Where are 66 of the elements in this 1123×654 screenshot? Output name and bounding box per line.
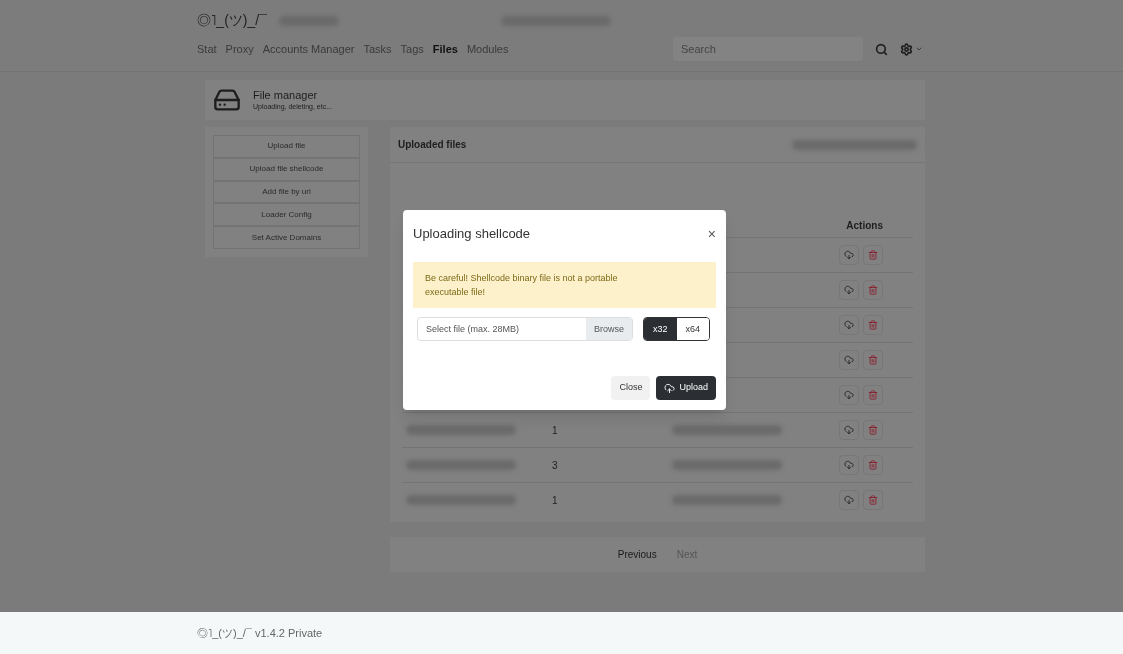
- browse-button[interactable]: Browse: [586, 318, 632, 341]
- panel-title: Uploaded files: [398, 138, 467, 152]
- search-icon[interactable]: [875, 42, 888, 56]
- cloud-download-icon: [844, 320, 854, 330]
- cloud-download-icon: [844, 250, 854, 260]
- arch-toggle[interactable]: x32: [644, 318, 677, 341]
- cloud-download-icon: [844, 355, 854, 365]
- sidebar-item[interactable]: Upload file shellcode: [213, 157, 360, 181]
- delete-button[interactable]: [863, 245, 883, 265]
- trash-icon: [868, 425, 878, 435]
- nav-link[interactable]: Files: [432, 40, 458, 58]
- nav-link[interactable]: Tags: [400, 40, 424, 58]
- upload-button[interactable]: Upload: [656, 376, 716, 400]
- trash-icon: [868, 390, 878, 400]
- trash-icon: [868, 320, 878, 330]
- column-header: Actions: [846, 218, 883, 233]
- download-button[interactable]: [839, 315, 859, 335]
- trash-icon: [868, 285, 878, 295]
- warning-text: Be careful! Shellcode binary file is not a portable executable file!: [425, 271, 619, 299]
- cloud-download-icon: [844, 495, 854, 505]
- cloud-download-icon: [844, 390, 854, 400]
- delete-button[interactable]: [863, 385, 883, 405]
- sidebar-item[interactable]: Add file by url: [213, 180, 360, 204]
- download-button[interactable]: [839, 490, 859, 510]
- delete-button[interactable]: [863, 280, 883, 300]
- delete-button[interactable]: [863, 350, 883, 370]
- trash-icon: [868, 355, 878, 365]
- table-cell-text: 3: [552, 458, 559, 473]
- nav-link[interactable]: Tasks: [363, 40, 392, 58]
- brand-logo[interactable]: ◎˥_(ツ)_/¯: [197, 10, 267, 31]
- close-button[interactable]: Close: [611, 376, 651, 400]
- delete-button[interactable]: [863, 490, 883, 510]
- delete-button[interactable]: [863, 455, 883, 475]
- nav-link[interactable]: Proxy: [225, 40, 254, 58]
- download-button[interactable]: [839, 245, 859, 265]
- delete-button[interactable]: [863, 315, 883, 335]
- pagination-link[interactable]: Previous: [613, 547, 661, 562]
- sidebar-item[interactable]: Upload file: [213, 135, 360, 158]
- sidebar-item[interactable]: Set Active Domains: [213, 226, 360, 249]
- cloud-upload-icon: [664, 382, 676, 394]
- download-button[interactable]: [839, 420, 859, 440]
- cloud-download-icon: [844, 460, 854, 470]
- dialog-title: Uploading shellcode: [413, 225, 531, 243]
- download-button[interactable]: [839, 350, 859, 370]
- nav-link[interactable]: Modules: [466, 40, 509, 58]
- download-button[interactable]: [839, 280, 859, 300]
- file-input[interactable]: Select file (max. 28MB) Browse: [417, 317, 633, 342]
- gear-icon: [900, 42, 913, 56]
- page-title: File manager: [253, 88, 319, 103]
- settings-menu[interactable]: [900, 42, 923, 56]
- nav-link[interactable]: Accounts Manager: [262, 40, 355, 58]
- download-button[interactable]: [839, 385, 859, 405]
- table-cell-text: 1: [552, 423, 559, 438]
- trash-icon: [868, 460, 878, 470]
- cloud-download-icon: [844, 425, 854, 435]
- table-cell-text: 1: [552, 493, 559, 508]
- sidebar-item[interactable]: Loader Config: [213, 203, 360, 227]
- caret-icon: [915, 45, 923, 53]
- footer-text: ◎˥_(ツ)_/¯ v1.4.2 Private: [197, 625, 323, 641]
- download-button[interactable]: [839, 455, 859, 475]
- delete-button[interactable]: [863, 420, 883, 440]
- cloud-download-icon: [844, 285, 854, 295]
- nav-link[interactable]: Stat: [197, 40, 217, 58]
- trash-icon: [868, 495, 878, 505]
- search-field[interactable]: Search: [673, 37, 863, 61]
- trash-icon: [868, 250, 878, 260]
